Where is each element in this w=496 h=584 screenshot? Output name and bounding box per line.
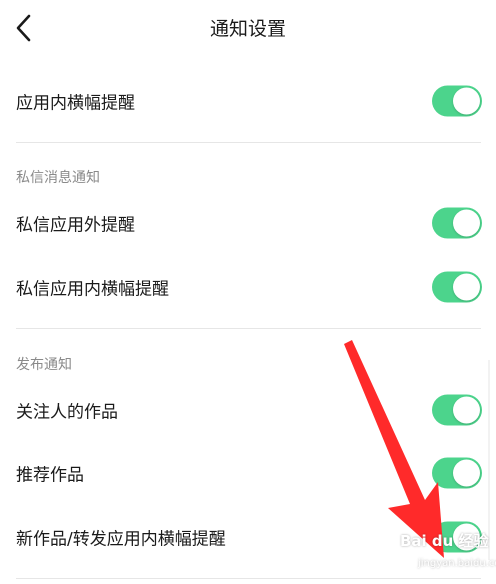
recommended-works-toggle[interactable] (432, 457, 482, 489)
toggle-knob (453, 523, 480, 551)
setting-label: 推荐作品 (16, 465, 84, 486)
nav-header: 通知设置 (0, 0, 496, 56)
setting-row-new-works-repost: 新作品/转发应用内横幅提醒 (0, 507, 496, 567)
setting-label: 应用内横幅提醒 (16, 93, 135, 114)
following-works-toggle[interactable] (432, 394, 482, 426)
toggle-knob (453, 87, 480, 115)
section-title-publish: 发布通知 (16, 357, 72, 373)
toggle-knob (453, 396, 480, 424)
setting-row-recommended-works: 推荐作品 (0, 443, 496, 503)
setting-label: 私信应用外提醒 (16, 215, 135, 236)
divider (16, 142, 481, 143)
divider (16, 578, 481, 579)
divider (16, 328, 481, 329)
private-in-app-banner-toggle[interactable] (432, 271, 482, 303)
toggle-knob (453, 209, 480, 237)
page-title: 通知设置 (209, 18, 286, 40)
setting-label: 新作品/转发应用内横幅提醒 (16, 529, 226, 550)
section-title-private-message: 私信消息通知 (16, 170, 100, 186)
toggle-knob (453, 459, 480, 487)
toggle-knob (453, 273, 480, 301)
notification-settings-screen: 通知设置 应用内横幅提醒 私信消息通知 私信应用外提醒 私信应用内横幅提醒 发布… (0, 0, 496, 584)
edge-shadow (488, 360, 490, 560)
new-works-repost-toggle[interactable] (432, 521, 482, 553)
setting-label: 关注人的作品 (16, 402, 118, 423)
setting-label: 私信应用内横幅提醒 (16, 279, 169, 300)
setting-row-in-app-banner: 应用内横幅提醒 (0, 71, 496, 131)
setting-row-following-works: 关注人的作品 (0, 380, 496, 440)
in-app-banner-toggle[interactable] (432, 85, 482, 117)
setting-row-private-in-app-banner: 私信应用内横幅提醒 (0, 257, 496, 317)
setting-row-private-outside: 私信应用外提醒 (0, 193, 496, 253)
private-outside-toggle[interactable] (432, 207, 482, 239)
